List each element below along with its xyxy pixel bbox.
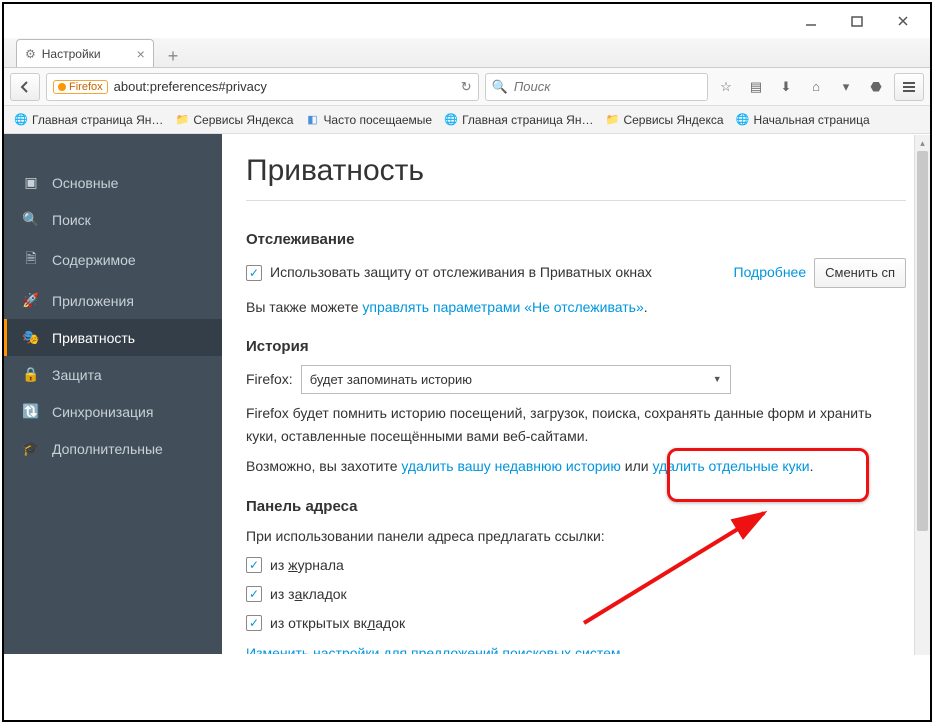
- settings-content-panel: Приватность Отслеживание ✓ Использовать …: [222, 134, 930, 654]
- rocket-icon: 🚀: [22, 292, 40, 309]
- bookmark-item[interactable]: 🌐Главная страница Ян…: [10, 111, 167, 129]
- downloads-icon[interactable]: ⬇: [774, 79, 798, 95]
- page-icon: ◧: [305, 113, 319, 127]
- tracking-change-button[interactable]: Сменить сп: [814, 258, 906, 288]
- bookmark-item[interactable]: 🌐Главная страница Ян…: [440, 111, 597, 129]
- suggest-bookmarks-label: из закладок: [270, 584, 347, 605]
- sidebar-item-privacy[interactable]: 🎭Приватность: [4, 319, 222, 356]
- search-input[interactable]: [514, 79, 701, 94]
- globe-icon: 🌐: [14, 113, 28, 127]
- tracking-heading: Отслеживание: [246, 231, 906, 248]
- vertical-scrollbar[interactable]: ▴: [914, 135, 930, 655]
- suggest-bookmarks-checkbox[interactable]: ✓: [246, 586, 262, 602]
- history-description: Firefox будет помнить историю посещений,…: [246, 402, 906, 447]
- sidebar-item-security[interactable]: 🔒Защита: [4, 356, 222, 393]
- bookmarks-list-icon[interactable]: ▤: [744, 79, 768, 95]
- identity-badge[interactable]: Firefox: [53, 80, 108, 94]
- sidebar-item-content[interactable]: 🗎Содержимое: [4, 238, 222, 282]
- scroll-up-button[interactable]: ▴: [915, 135, 930, 151]
- tracking-protection-checkbox[interactable]: ✓: [246, 265, 262, 281]
- sync-icon: 🔃: [22, 403, 40, 420]
- locationbar-heading: Панель адреса: [246, 498, 906, 515]
- remove-individual-cookies-link[interactable]: удалить отдельные куки: [652, 458, 809, 474]
- suggest-opentabs-label: из открытых вкладок: [270, 613, 405, 634]
- bookmark-item[interactable]: 📁Сервисы Яндекса: [171, 111, 297, 129]
- manage-dnt-link[interactable]: управлять параметрами «Не отслеживать»: [362, 299, 643, 315]
- search-engine-settings-link[interactable]: Изменить настройки для предложений поиск…: [246, 645, 635, 654]
- bookmark-star-icon[interactable]: ☆: [714, 79, 738, 95]
- window-close-button[interactable]: [880, 6, 926, 36]
- window-minimize-button[interactable]: [788, 6, 834, 36]
- sidebar-item-applications[interactable]: 🚀Приложения: [4, 282, 222, 319]
- tab-bar: ⚙ Настройки × +: [4, 38, 930, 68]
- mask-icon: 🎭: [22, 329, 40, 346]
- history-mode-select[interactable]: будет запоминать историю ▼: [301, 365, 731, 395]
- chevron-down-icon: ▼: [713, 373, 722, 387]
- tracking-learn-more-link[interactable]: Подробнее: [734, 262, 807, 283]
- suggest-history-label: из журнала: [270, 555, 344, 576]
- new-tab-button[interactable]: +: [162, 46, 185, 67]
- clear-recent-history-link[interactable]: удалить вашу недавнюю историю: [401, 458, 620, 474]
- lock-icon: 🔒: [22, 366, 40, 383]
- bookmark-item[interactable]: 📁Сервисы Яндекса: [601, 111, 727, 129]
- url-input[interactable]: [114, 79, 455, 94]
- tab-close-button[interactable]: ×: [137, 46, 145, 62]
- tab-settings[interactable]: ⚙ Настройки ×: [16, 39, 154, 67]
- locationbar-intro: При использовании панели адреса предлага…: [246, 525, 906, 547]
- search-bar[interactable]: 🔍: [485, 73, 708, 101]
- folder-icon: 📁: [175, 113, 189, 127]
- window-maximize-button[interactable]: [834, 6, 880, 36]
- globe-icon: 🌐: [736, 113, 750, 127]
- gear-icon: ⚙: [25, 47, 36, 61]
- sidebar-item-advanced[interactable]: 🎓Дополнительные: [4, 430, 222, 467]
- shield-icon[interactable]: ⬣: [864, 79, 888, 95]
- back-button[interactable]: [10, 73, 40, 101]
- window-titlebar: [4, 4, 930, 38]
- panel-icon: ▣: [22, 174, 40, 191]
- suggest-history-checkbox[interactable]: ✓: [246, 557, 262, 573]
- globe-icon: 🌐: [444, 113, 458, 127]
- search-icon: 🔍: [492, 79, 508, 95]
- settings-sidebar: ▣Основные 🔍Поиск 🗎Содержимое 🚀Приложения…: [4, 134, 222, 654]
- hat-icon: 🎓: [22, 440, 40, 457]
- folder-icon: 📁: [605, 113, 619, 127]
- search-icon: 🔍: [22, 211, 40, 228]
- bookmarks-toolbar: 🌐Главная страница Ян… 📁Сервисы Яндекса ◧…: [4, 106, 930, 134]
- tab-label: Настройки: [42, 47, 101, 61]
- sidebar-item-sync[interactable]: 🔃Синхронизация: [4, 393, 222, 430]
- suggest-opentabs-checkbox[interactable]: ✓: [246, 615, 262, 631]
- navigation-toolbar: Firefox ↻ 🔍 ☆ ▤ ⬇ ⌂ ▾ ⬣: [4, 68, 930, 106]
- sidebar-item-search[interactable]: 🔍Поиск: [4, 201, 222, 238]
- bookmark-item[interactable]: ◧Часто посещаемые: [301, 111, 436, 129]
- bookmark-item[interactable]: 🌐Начальная страница: [732, 111, 874, 129]
- url-bar[interactable]: Firefox ↻: [46, 73, 479, 101]
- firefox-icon: [58, 83, 66, 91]
- menu-button[interactable]: [894, 73, 924, 101]
- history-heading: История: [246, 338, 906, 355]
- firefox-label: Firefox:: [246, 369, 293, 390]
- scroll-thumb[interactable]: [917, 151, 928, 531]
- pocket-icon[interactable]: ▾: [834, 79, 858, 95]
- tracking-protection-label: Использовать защиту от отслеживания в Пр…: [270, 262, 652, 283]
- document-icon: 🗎: [22, 248, 40, 272]
- home-icon[interactable]: ⌂: [804, 79, 828, 94]
- sidebar-item-general[interactable]: ▣Основные: [4, 164, 222, 201]
- page-title: Приватность: [246, 154, 906, 201]
- reload-button[interactable]: ↻: [461, 79, 472, 95]
